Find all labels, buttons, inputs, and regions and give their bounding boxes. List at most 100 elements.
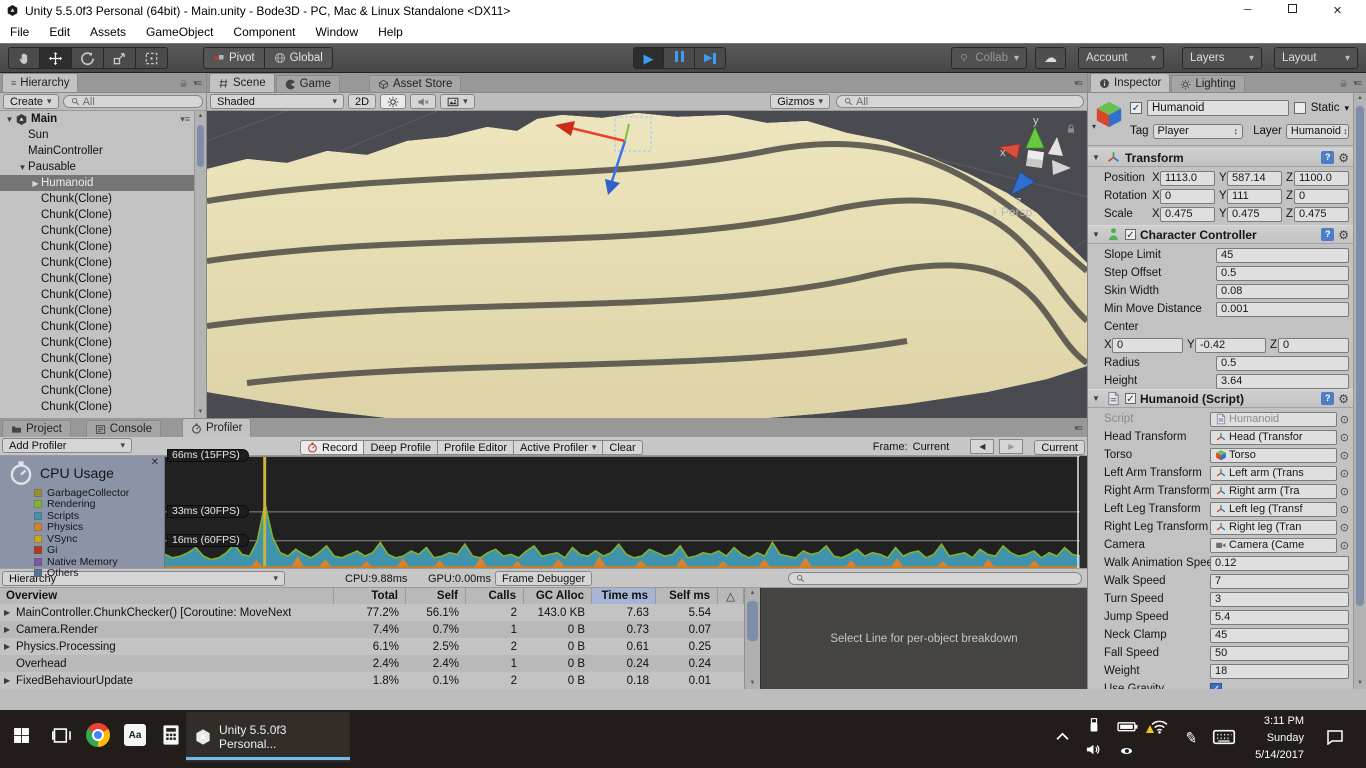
radius-field[interactable]: 0.5: [1216, 356, 1349, 371]
expander-icon[interactable]: ▶: [4, 676, 13, 685]
prev-frame-button[interactable]: ◀: [970, 439, 994, 454]
table-scrollbar[interactable]: ▲ ▼: [744, 588, 760, 689]
expander-icon[interactable]: ▶: [4, 642, 13, 651]
clear-button[interactable]: Clear: [603, 440, 642, 455]
tab-lighting[interactable]: Lighting: [1171, 75, 1244, 92]
hierarchy-item-chunk-clone[interactable]: Chunk(Clone): [0, 223, 194, 239]
tab-console[interactable]: Console: [86, 420, 161, 437]
expander-icon[interactable]: ▶: [4, 608, 13, 617]
panel-options-icon[interactable]: ▾≡: [1353, 78, 1361, 89]
axis-y-label[interactable]: y: [1033, 115, 1039, 127]
cpu-usage-graph[interactable]: 66ms (15FPS)33ms (30FPS)16ms (60FPS) ✕ C…: [0, 456, 1080, 568]
step-offset-field[interactable]: 0.5: [1216, 266, 1349, 281]
hierarchy-item-chunk-clone[interactable]: Chunk(Clone): [0, 351, 194, 367]
panel-options-icon[interactable]: ▾≡: [1074, 423, 1082, 434]
collab-dropdown[interactable]: Collab ▾: [951, 47, 1027, 69]
gear-icon[interactable]: ⚙: [1338, 392, 1349, 406]
view-lock-icon[interactable]: [1065, 123, 1077, 135]
rotate-tool-button[interactable]: [72, 47, 104, 69]
scene-audio-toggle[interactable]: [410, 94, 436, 109]
menu-help[interactable]: Help: [368, 25, 413, 39]
gear-icon[interactable]: ⚙: [1338, 228, 1349, 242]
close-button[interactable]: ✕: [1315, 4, 1360, 17]
component-enabled-checkbox[interactable]: ✓: [1125, 229, 1136, 240]
expander-icon[interactable]: ▼: [4, 115, 15, 124]
help-icon[interactable]: ?: [1321, 151, 1334, 164]
rotation-x-field[interactable]: 0: [1160, 189, 1215, 204]
hierarchy-item-chunk-clone[interactable]: Chunk(Clone): [0, 207, 194, 223]
lock-icon[interactable]: [1338, 78, 1349, 89]
tag-dropdown[interactable]: Player ↕: [1153, 124, 1244, 139]
active-profiler-dropdown[interactable]: Active Profiler ▾: [514, 440, 603, 455]
tab-asset-store[interactable]: Asset Store: [369, 75, 461, 92]
column-header-self[interactable]: Self: [406, 588, 466, 604]
start-button[interactable]: [13, 727, 30, 744]
tab-hierarchy[interactable]: ≡ Hierarchy: [2, 73, 78, 92]
position-y-field[interactable]: 587.14: [1227, 171, 1282, 186]
legend-garbagecollector[interactable]: GarbageCollector: [34, 487, 164, 499]
expander-icon[interactable]: ▼: [1092, 394, 1102, 403]
transform-component-header[interactable]: ▼ Transform ? ⚙: [1088, 148, 1353, 167]
hierarchy-item-chunk-clone[interactable]: Chunk(Clone): [0, 255, 194, 271]
legend-rendering[interactable]: Rendering: [34, 499, 164, 511]
task-view-button[interactable]: [52, 728, 72, 743]
axis-x-label[interactable]: x: [1000, 147, 1006, 159]
record-button[interactable]: Record: [300, 440, 364, 455]
rotation-y-field[interactable]: 111: [1227, 189, 1282, 204]
expander-icon[interactable]: ▼: [17, 163, 28, 172]
hierarchy-item-chunk-clone[interactable]: Chunk(Clone): [0, 383, 194, 399]
hand-tool-button[interactable]: [8, 47, 40, 69]
expander-icon[interactable]: ▶: [30, 179, 41, 188]
active-checkbox[interactable]: ✓: [1130, 102, 1142, 114]
position-z-field[interactable]: 1100.0: [1294, 171, 1349, 186]
tray-chevron-icon[interactable]: [1056, 732, 1069, 741]
play-button[interactable]: ▶: [633, 47, 664, 69]
calculator-icon[interactable]: [160, 723, 182, 747]
usb-icon[interactable]: [1088, 717, 1100, 734]
object-picker-icon[interactable]: ⊙: [1340, 539, 1349, 552]
column-header-time-ms[interactable]: Time ms: [592, 588, 656, 604]
static-dropdown-icon[interactable]: ▾: [1344, 103, 1349, 114]
2d-toggle-button[interactable]: 2D: [348, 94, 376, 109]
expander-icon[interactable]: ▶: [4, 625, 13, 634]
position-x-field[interactable]: 1113.0: [1160, 171, 1215, 186]
head-transform-field[interactable]: Head (Transfor: [1210, 430, 1337, 445]
fall-speed-field[interactable]: 50: [1210, 646, 1349, 661]
hierarchy-item-maincontroller[interactable]: MainController: [0, 143, 194, 159]
wifi-icon[interactable]: [1150, 720, 1169, 732]
action-center-icon[interactable]: [1326, 729, 1344, 745]
object-picker-icon[interactable]: ⊙: [1340, 431, 1349, 444]
menu-component[interactable]: Component: [223, 25, 305, 39]
column-header-overview[interactable]: Overview: [0, 588, 334, 604]
hierarchy-item-chunk-clone[interactable]: Chunk(Clone): [0, 319, 194, 335]
add-profiler-dropdown[interactable]: Add Profiler ▾: [2, 438, 132, 453]
center-x-field[interactable]: 0: [1112, 338, 1183, 353]
character-controller-header[interactable]: ▼ ✓ Character Controller ? ⚙: [1088, 225, 1353, 244]
torso-field[interactable]: Torso: [1210, 448, 1337, 463]
dictionary-app-icon[interactable]: Aa: [124, 724, 146, 746]
scroll-up-icon[interactable]: ▲: [745, 588, 760, 599]
hierarchy-item-chunk-clone[interactable]: Chunk(Clone): [0, 287, 194, 303]
scroll-up-icon[interactable]: ▲: [195, 111, 206, 122]
close-icon[interactable]: ✕: [151, 457, 159, 468]
turn-speed-field[interactable]: 3: [1210, 592, 1349, 607]
scale-z-field[interactable]: 0.475: [1294, 207, 1349, 222]
hierarchy-item-main[interactable]: ▼Main▾≡: [0, 111, 194, 127]
expander-icon[interactable]: ▼: [1092, 230, 1102, 239]
graph-scrollbar[interactable]: [1080, 456, 1087, 568]
menu-file[interactable]: File: [0, 25, 39, 39]
walk-animation-speed-field[interactable]: 0.12: [1210, 556, 1349, 571]
tab-inspector[interactable]: Inspector: [1090, 73, 1170, 92]
center-y-field[interactable]: -0.42: [1195, 338, 1266, 353]
object-name-field[interactable]: Humanoid: [1147, 100, 1289, 116]
script-field[interactable]: Humanoid: [1210, 412, 1337, 427]
deep-profile-button[interactable]: Deep Profile: [364, 440, 438, 455]
panel-options-icon[interactable]: ▾≡: [193, 78, 201, 89]
object-picker-icon[interactable]: ⊙: [1340, 467, 1349, 480]
account-dropdown[interactable]: Account ▾: [1078, 47, 1164, 69]
column-header-total[interactable]: Total: [334, 588, 406, 604]
perspective-toggle[interactable]: ‹ Persp: [993, 205, 1032, 219]
scroll-down-icon[interactable]: ▼: [1354, 678, 1366, 689]
pause-button[interactable]: [664, 47, 695, 69]
hierarchy-item-chunk-clone[interactable]: Chunk(Clone): [0, 367, 194, 383]
